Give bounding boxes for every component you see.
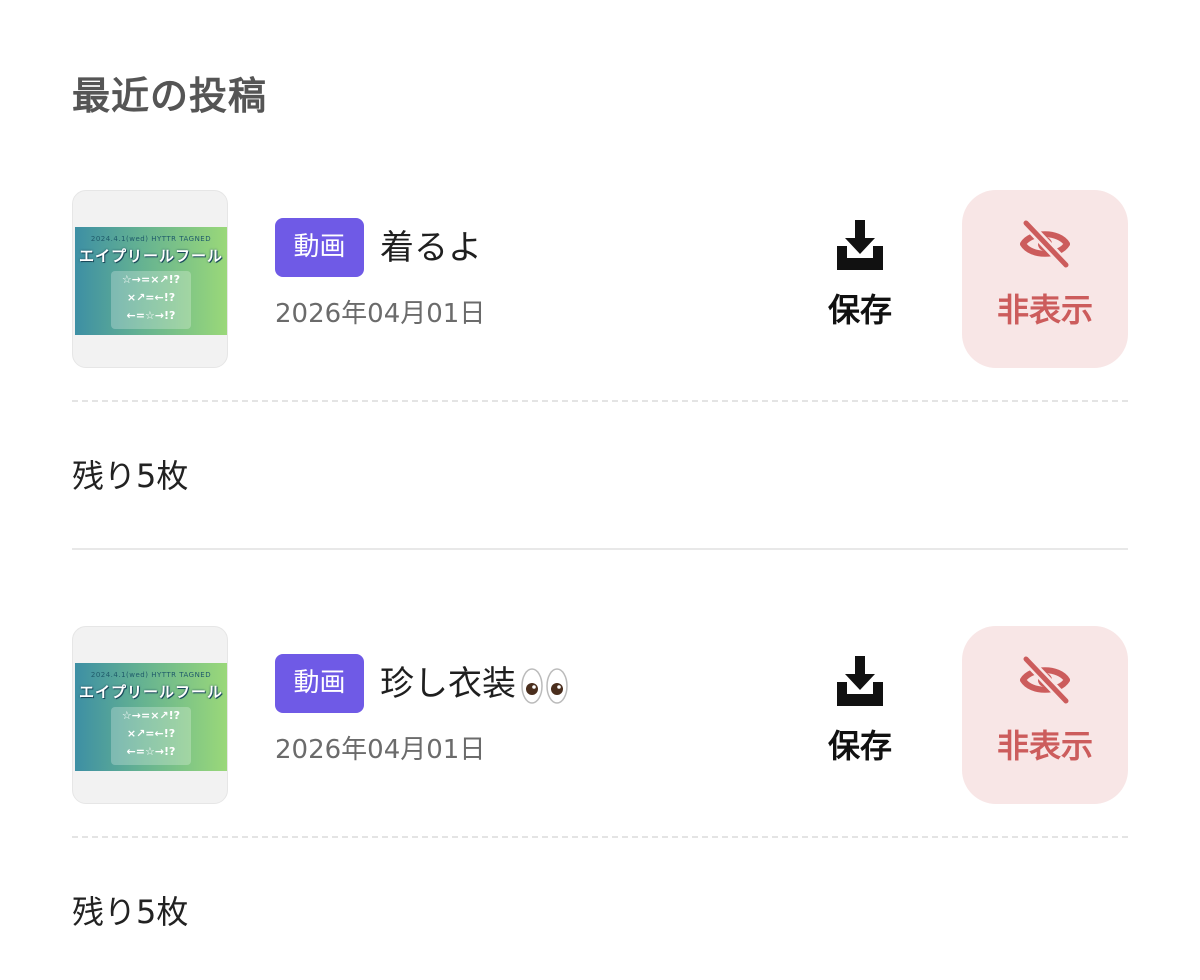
post-thumbnail[interactable]: 2024.4.1(wed) HYTTR TAGNED エイプリールフール ☆→=… xyxy=(72,190,228,368)
post-date: 2026年04月01日 xyxy=(275,735,486,765)
save-button[interactable]: 保存 xyxy=(812,212,908,342)
thumbnail-line: ☆→=×↗!? xyxy=(121,273,181,286)
thumbnail-text-box: ☆→=×↗!? ×↗=←!? ←=☆→!? xyxy=(111,271,191,329)
type-badge: 動画 xyxy=(275,218,364,277)
hide-label: 非表示 xyxy=(996,291,1093,329)
thumbnail-caption: 2024.4.1(wed) HYTTR TAGNED xyxy=(90,671,212,679)
save-label: 保存 xyxy=(827,727,892,765)
eyes-emoji-icon xyxy=(521,667,568,704)
dashed-divider xyxy=(72,400,1128,402)
remaining-count: 残り5枚 xyxy=(72,893,189,931)
hide-label: 非表示 xyxy=(996,727,1093,765)
thumbnail-line: ×↗=←!? xyxy=(126,727,176,740)
post-title[interactable]: 珍し衣装 xyxy=(380,658,570,710)
post-thumbnail[interactable]: 2024.4.1(wed) HYTTR TAGNED エイプリールフール ☆→=… xyxy=(72,626,228,804)
thumbnail-title: エイプリールフール xyxy=(78,247,223,265)
thumbnail-image: 2024.4.1(wed) HYTTR TAGNED エイプリールフール ☆→=… xyxy=(75,663,227,771)
download-tray-icon xyxy=(837,656,883,706)
hide-button[interactable]: 非表示 xyxy=(962,190,1128,368)
section-title: 最近の投稿 xyxy=(72,74,268,118)
thumbnail-line: ☆→=×↗!? xyxy=(121,709,181,722)
post-item: 2024.4.1(wed) HYTTR TAGNED エイプリールフール ☆→=… xyxy=(72,626,1128,806)
thumbnail-image: 2024.4.1(wed) HYTTR TAGNED エイプリールフール ☆→=… xyxy=(75,227,227,335)
thumbnail-line: ×↗=←!? xyxy=(126,291,176,304)
remaining-count: 残り5枚 xyxy=(72,457,189,495)
thumbnail-line: ←=☆→!? xyxy=(126,309,176,322)
thumbnail-text-box: ☆→=×↗!? ×↗=←!? ←=☆→!? xyxy=(111,707,191,765)
type-badge: 動画 xyxy=(275,654,364,713)
hide-button[interactable]: 非表示 xyxy=(962,626,1128,804)
post-title[interactable]: 着るよ xyxy=(380,222,482,274)
eye-slash-icon xyxy=(1020,656,1070,704)
post-title-text: 着るよ xyxy=(380,228,482,268)
post-title-text: 珍し衣装 xyxy=(380,664,516,704)
save-label: 保存 xyxy=(827,291,892,329)
post-date: 2026年04月01日 xyxy=(275,299,486,329)
section-divider xyxy=(72,548,1128,550)
post-item: 2024.4.1(wed) HYTTR TAGNED エイプリールフール ☆→=… xyxy=(72,190,1128,370)
eye-slash-icon xyxy=(1020,220,1070,268)
thumbnail-title: エイプリールフール xyxy=(78,683,223,701)
thumbnail-line: ←=☆→!? xyxy=(126,745,176,758)
thumbnail-caption: 2024.4.1(wed) HYTTR TAGNED xyxy=(90,235,212,243)
download-tray-icon xyxy=(837,220,883,270)
save-button[interactable]: 保存 xyxy=(812,648,908,778)
dashed-divider xyxy=(72,836,1128,838)
